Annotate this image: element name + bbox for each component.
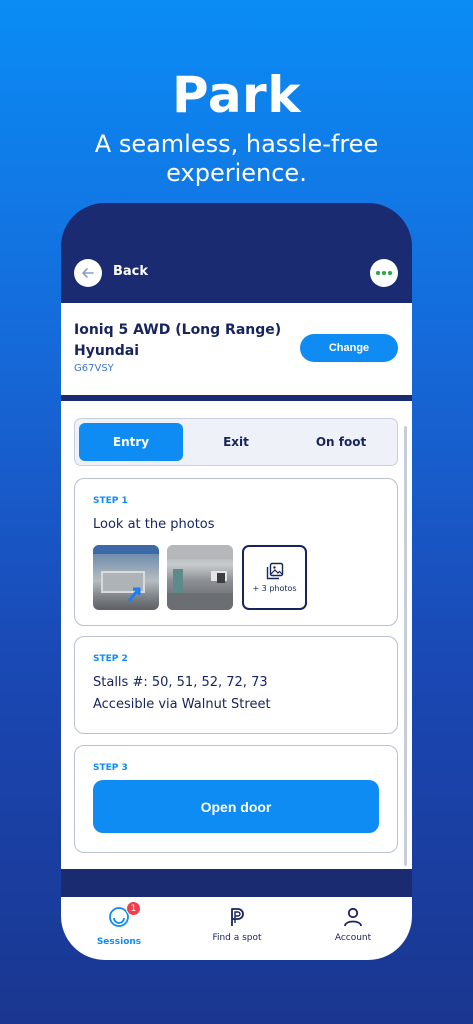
- more-photos-button[interactable]: + 3 photos: [242, 545, 307, 610]
- instructions-panel: Entry Exit On foot STEP 1 Look at the ph…: [61, 401, 412, 869]
- step-2-label: STEP 2: [93, 654, 128, 664]
- user-icon: [344, 907, 362, 927]
- nav-account[interactable]: Account: [303, 905, 403, 943]
- nav-find-a-spot-label: Find a spot: [212, 933, 262, 943]
- stalls-text: Stalls #: 50, 51, 52, 72, 73: [93, 675, 268, 690]
- more-photos-label: + 3 photos: [252, 584, 297, 593]
- nav-account-label: Account: [334, 933, 372, 943]
- mode-tabs: Entry Exit On foot: [74, 418, 398, 466]
- nav-sessions[interactable]: Sessions 1: [69, 901, 169, 947]
- arrow-left-icon: [82, 268, 94, 278]
- tab-on-foot[interactable]: On foot: [289, 423, 393, 461]
- tab-entry[interactable]: Entry: [79, 423, 183, 461]
- sessions-badge: 1: [126, 901, 141, 916]
- step-2-card: STEP 2 Stalls #: 50, 51, 52, 72, 73 Acce…: [74, 636, 398, 734]
- step-1-title: Look at the photos: [93, 517, 215, 532]
- access-text: Accesible via Walnut Street: [93, 697, 271, 712]
- app-header: Back: [61, 203, 412, 303]
- bottom-nav: Sessions 1 Find a spot Account: [61, 897, 412, 960]
- more-horizontal-icon: [375, 271, 393, 275]
- step-3-card: STEP 3 Open door: [74, 745, 398, 853]
- scrollbar[interactable]: [404, 426, 407, 866]
- step-1-label: STEP 1: [93, 496, 128, 506]
- vehicle-card: Ioniq 5 AWD (Long Range) Hyundai G67VSY …: [61, 303, 412, 395]
- phone-frame: Back Ioniq 5 AWD (Long Range) Hyundai G6…: [61, 203, 412, 960]
- nav-find-a-spot[interactable]: Find a spot: [187, 905, 287, 943]
- step-3-label: STEP 3: [93, 763, 128, 773]
- hero-title: Park: [172, 66, 301, 124]
- open-door-button[interactable]: Open door: [93, 780, 379, 833]
- hero-subtitle: A seamless, hassle-free experience.: [94, 130, 379, 187]
- more-options-button[interactable]: [370, 259, 398, 287]
- entrance-photo-2[interactable]: [167, 545, 233, 610]
- vehicle-name: Ioniq 5 AWD (Long Range) Hyundai: [74, 322, 282, 359]
- parking-icon: [231, 908, 244, 926]
- nav-sessions-label: Sessions: [96, 937, 142, 947]
- tab-exit[interactable]: Exit: [184, 423, 288, 461]
- entrance-photo-1[interactable]: [93, 545, 159, 610]
- step-1-card: STEP 1 Look at the photos + 3 photos: [74, 478, 398, 626]
- vehicle-plate: G67VSY: [74, 363, 114, 374]
- change-vehicle-button[interactable]: Change: [300, 334, 398, 362]
- back-button[interactable]: [74, 259, 102, 287]
- photo-gallery-icon: [266, 562, 283, 580]
- back-label[interactable]: Back: [113, 264, 148, 279]
